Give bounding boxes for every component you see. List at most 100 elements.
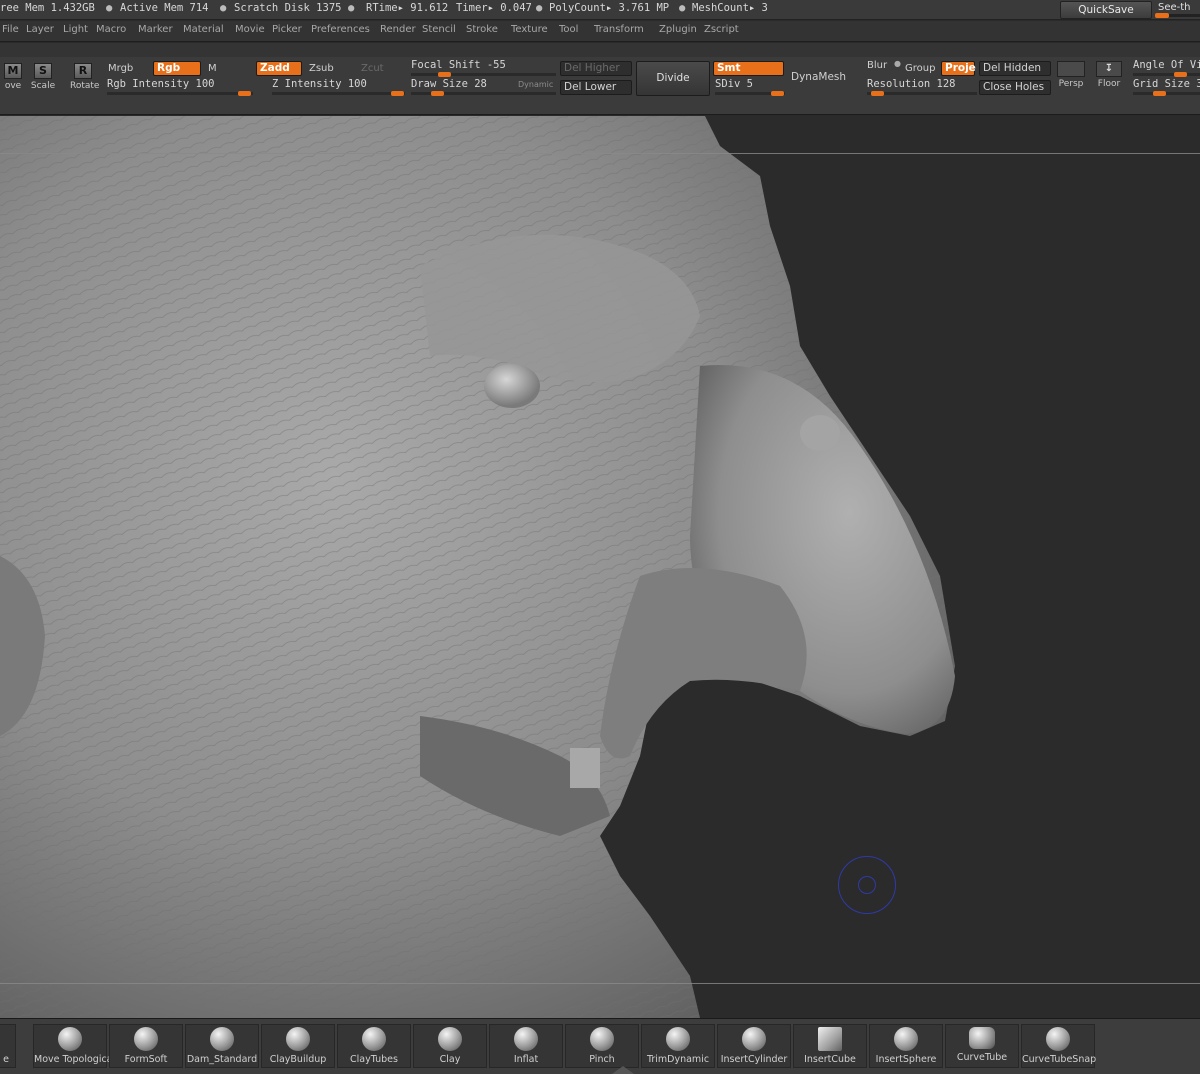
menu-bar: File Layer Light Macro Marker Material M… xyxy=(0,21,1200,42)
brush-icon xyxy=(438,1027,462,1051)
menu-preferences[interactable]: Preferences xyxy=(311,24,370,35)
slider-knob[interactable] xyxy=(1174,72,1187,77)
separator-dot: ● xyxy=(220,2,227,14)
slider-knob[interactable] xyxy=(1153,91,1166,96)
brush-insertcube[interactable]: InsertCube xyxy=(793,1024,867,1068)
free-mem-readout: ree Mem 1.432GB xyxy=(0,2,95,14)
guide-line xyxy=(0,153,1200,154)
menu-zplugin[interactable]: Zplugin xyxy=(659,24,697,35)
project-toggle[interactable]: Proje xyxy=(941,61,976,76)
brush-claytubes[interactable]: ClayTubes xyxy=(337,1024,411,1068)
brush-move-topological[interactable]: Move Topologica xyxy=(33,1024,113,1068)
menu-stencil[interactable]: Stencil xyxy=(422,24,456,35)
brush-icon xyxy=(134,1027,158,1051)
separator-dot: ● xyxy=(536,2,543,14)
active-mem-readout: Active Mem 714 xyxy=(120,2,209,14)
sdiv-slider[interactable]: SDiv 5 xyxy=(715,78,785,96)
brush-trimdynamic[interactable]: TrimDynamic xyxy=(641,1024,715,1068)
resolution-slider[interactable]: Resolution 128 xyxy=(867,78,977,96)
menu-zscript[interactable]: Zscript xyxy=(704,24,739,35)
zadd-button[interactable]: Zadd xyxy=(256,61,302,76)
group-toggle[interactable]: Group xyxy=(905,63,935,74)
slider-knob[interactable] xyxy=(431,91,444,96)
brush-icon xyxy=(514,1027,538,1051)
brush-formsoft[interactable]: FormSoft xyxy=(109,1024,183,1068)
slider-knob[interactable] xyxy=(438,72,451,77)
floor-button[interactable]: ↧ Floor xyxy=(1094,61,1124,89)
quicksave-button[interactable]: QuickSave xyxy=(1060,1,1152,19)
rotate-tool[interactable]: R Rotate xyxy=(70,63,99,91)
menu-movie[interactable]: Movie xyxy=(235,24,265,35)
menu-picker[interactable]: Picker xyxy=(272,24,302,35)
floor-arrow-icon: ↧ xyxy=(1096,61,1122,77)
separator-dot: ● xyxy=(106,2,113,14)
scale-tool[interactable]: S Scale xyxy=(30,63,56,91)
brush-item[interactable]: e xyxy=(0,1024,16,1068)
smt-button[interactable]: Smt xyxy=(713,61,784,76)
cube-icon xyxy=(818,1027,842,1051)
see-through-label: See-th xyxy=(1158,2,1191,13)
brush-icon xyxy=(362,1027,386,1051)
see-through-slider[interactable] xyxy=(1155,13,1200,18)
blur-dot-icon: ● xyxy=(894,59,901,68)
del-lower-button[interactable]: Del Lower xyxy=(560,80,632,95)
brush-insertcylinder[interactable]: InsertCylinder xyxy=(717,1024,791,1068)
brush-icon xyxy=(58,1027,82,1051)
brush-icon xyxy=(666,1027,690,1051)
grid-size-slider[interactable]: Grid Size 3 xyxy=(1133,78,1200,96)
scale-icon: S xyxy=(34,63,52,79)
rgb-button[interactable]: Rgb xyxy=(153,61,201,76)
menu-layer[interactable]: Layer xyxy=(26,24,54,35)
brush-curvetubesnap[interactable]: CurveTubeSnap xyxy=(1021,1024,1096,1068)
brush-cursor-inner xyxy=(858,876,876,894)
slider-knob[interactable] xyxy=(871,91,884,96)
slider-knob[interactable] xyxy=(238,91,251,96)
menu-texture[interactable]: Texture xyxy=(511,24,548,35)
slider-knob[interactable] xyxy=(1155,13,1169,18)
menu-material[interactable]: Material xyxy=(183,24,224,35)
menu-render[interactable]: Render xyxy=(380,24,416,35)
brush-pinch[interactable]: Pinch xyxy=(565,1024,639,1068)
brush-icon xyxy=(894,1027,918,1051)
z-intensity-slider[interactable]: Z Intensity 100 xyxy=(272,78,405,96)
divide-button[interactable]: Divide xyxy=(636,61,710,96)
menu-tool[interactable]: Tool xyxy=(559,24,578,35)
menu-stroke[interactable]: Stroke xyxy=(466,24,498,35)
brush-curvetube[interactable]: CurveTube xyxy=(945,1024,1019,1068)
dynamic-toggle[interactable]: Dynamic xyxy=(518,80,553,89)
close-holes-button[interactable]: Close Holes xyxy=(979,80,1051,95)
blur-slider[interactable]: Blur xyxy=(867,60,887,71)
menu-transform[interactable]: Transform xyxy=(594,24,644,35)
slider-knob[interactable] xyxy=(771,91,784,96)
brush-claybuildup[interactable]: ClayBuildup xyxy=(261,1024,335,1068)
brush-clay[interactable]: Clay xyxy=(413,1024,487,1068)
canvas-viewport[interactable] xyxy=(0,116,1200,1018)
mrgb-button[interactable]: Mrgb xyxy=(108,63,133,74)
zcut-button[interactable]: Zcut xyxy=(361,63,384,74)
brush-icon xyxy=(210,1027,234,1051)
brush-insertsphere[interactable]: InsertSphere xyxy=(869,1024,943,1068)
angle-of-view-slider[interactable]: Angle Of Vi xyxy=(1133,59,1200,77)
separator-dot: ● xyxy=(679,2,686,14)
dynamesh-button[interactable]: DynaMesh xyxy=(791,71,846,83)
move-icon: M xyxy=(4,63,22,79)
menu-marker[interactable]: Marker xyxy=(138,24,173,35)
move-tool[interactable]: M ove xyxy=(0,63,26,91)
focal-shift-slider[interactable]: Focal Shift -55 xyxy=(411,59,556,77)
menu-macro[interactable]: Macro xyxy=(96,24,126,35)
zsub-button[interactable]: Zsub xyxy=(309,63,334,74)
brush-shelf: e Move Topologica FormSoft Dam_Standard … xyxy=(0,1018,1200,1074)
del-higher-button[interactable]: Del Higher xyxy=(560,61,632,76)
brush-inflat[interactable]: Inflat xyxy=(489,1024,563,1068)
brush-cursor-ring xyxy=(838,856,896,914)
m-button[interactable]: M xyxy=(208,63,217,74)
menu-file[interactable]: File xyxy=(2,24,19,35)
menu-light[interactable]: Light xyxy=(63,24,88,35)
sculpt-model xyxy=(0,116,955,1018)
rotate-icon: R xyxy=(74,63,92,79)
rgb-intensity-slider[interactable]: Rgb Intensity 100 xyxy=(107,78,253,96)
slider-knob[interactable] xyxy=(391,91,404,96)
brush-dam-standard[interactable]: Dam_Standard xyxy=(185,1024,259,1068)
persp-button[interactable]: Persp xyxy=(1055,61,1087,89)
del-hidden-button[interactable]: Del Hidden xyxy=(979,61,1051,76)
